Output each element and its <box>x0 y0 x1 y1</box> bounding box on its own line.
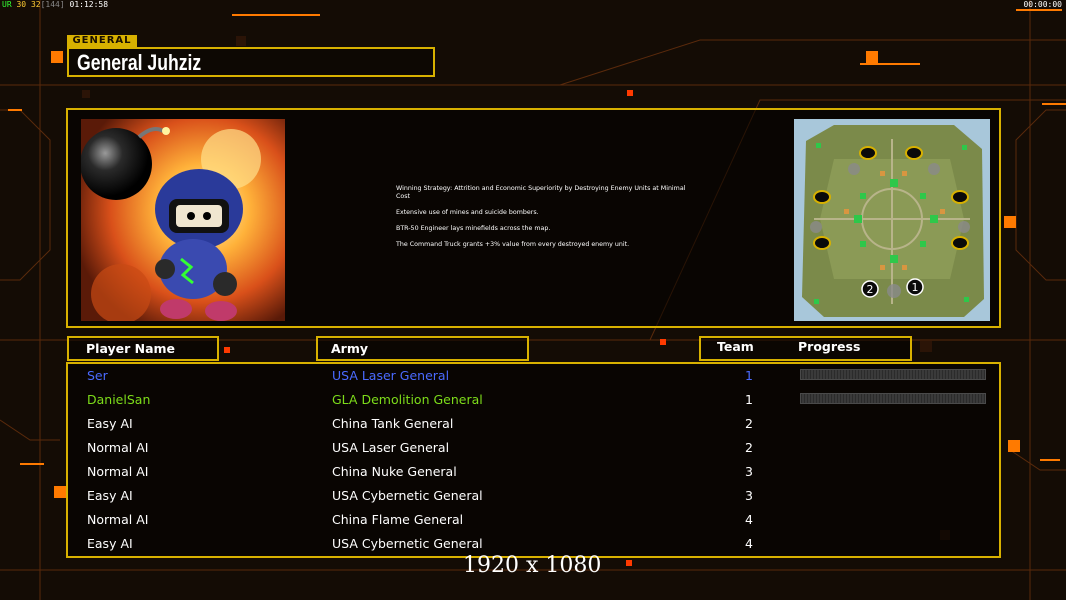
table-row[interactable]: Normal AI USA Laser General 2 <box>68 437 999 461</box>
svg-text:2: 2 <box>867 283 874 296</box>
bomber-portrait-image <box>81 119 285 321</box>
general-description: Winning Strategy: Attrition and Economic… <box>396 185 696 257</box>
player-name: Easy AI <box>87 536 133 551</box>
player-name: Easy AI <box>87 416 133 431</box>
team-header: Team <box>717 339 754 354</box>
player-name-header: Player Name <box>86 341 176 356</box>
table-row[interactable]: Normal AI China Flame General 4 <box>68 509 999 533</box>
player-name: DanielSan <box>87 392 151 407</box>
fps-value-2: 32 <box>30 0 41 9</box>
player-progress-bar <box>800 369 986 380</box>
debug-fps-readout: UR 30 32[144] 01:12:58 <box>2 0 108 9</box>
player-army: USA Cybernetic General <box>332 536 483 551</box>
description-line: BTR-50 Engineer lays minefields across t… <box>396 225 551 232</box>
progress-header: Progress <box>798 339 861 354</box>
player-army: China Flame General <box>332 512 464 527</box>
fps-label: UR <box>2 0 12 9</box>
player-army: China Nuke General <box>332 464 457 479</box>
player-progress-bar <box>800 393 986 404</box>
map-preview: 2 1 <box>794 119 990 321</box>
player-army: USA Laser General <box>332 368 450 383</box>
player-team: 3 <box>745 488 753 503</box>
player-army: USA Laser General <box>332 440 450 455</box>
general-name: General Juhziz <box>77 50 202 75</box>
resolution-label: 1920 x 1080 <box>463 553 602 578</box>
game-clock: 00:00:00 <box>1023 0 1062 9</box>
player-team: 4 <box>745 536 753 551</box>
svg-text:1: 1 <box>912 281 919 294</box>
fps-value: 30 <box>16 0 27 9</box>
description-line: Extensive use of mines and suicide bombe… <box>396 209 539 216</box>
minimap-image: 2 1 <box>794 119 990 321</box>
player-army: GLA Demolition General <box>332 392 483 407</box>
player-team: 2 <box>745 416 753 431</box>
table-row[interactable]: Ser USA Laser General 1 <box>68 365 999 389</box>
table-row[interactable]: Normal AI China Nuke General 3 <box>68 461 999 485</box>
fps-cap: [144] <box>40 0 65 9</box>
general-title-box: General Juhziz <box>67 47 435 77</box>
table-row[interactable]: Easy AI USA Cybernetic General 3 <box>68 485 999 509</box>
army-header: Army <box>331 341 369 356</box>
table-row[interactable]: Easy AI China Tank General 2 <box>68 413 999 437</box>
description-line: The Command Truck grants +3% value from … <box>396 241 630 248</box>
player-name: Normal AI <box>87 440 149 455</box>
general-info-panel: Winning Strategy: Attrition and Economic… <box>66 108 1001 328</box>
player-name: Ser <box>87 368 108 383</box>
players-table: Ser USA Laser General 1 DanielSan GLA Demoli… <box>66 362 1001 558</box>
start-marker-1: 1 <box>906 278 924 296</box>
description-line: Winning Strategy: Attrition and Economic… <box>396 185 686 200</box>
player-team: 2 <box>745 440 753 455</box>
player-team: 4 <box>745 512 753 527</box>
table-row[interactable]: DanielSan GLA Demolition General 1 <box>68 389 999 413</box>
player-name: Easy AI <box>87 488 133 503</box>
player-army: USA Cybernetic General <box>332 488 483 503</box>
general-tag: GENERAL <box>67 35 137 47</box>
general-portrait <box>81 119 285 321</box>
player-team: 1 <box>745 368 753 383</box>
player-army: China Tank General <box>332 416 454 431</box>
elapsed-time: 01:12:58 <box>69 0 109 9</box>
player-name: Normal AI <box>87 512 149 527</box>
player-name: Normal AI <box>87 464 149 479</box>
player-team: 3 <box>745 464 753 479</box>
start-marker-2: 2 <box>861 280 879 298</box>
player-team: 1 <box>745 392 753 407</box>
